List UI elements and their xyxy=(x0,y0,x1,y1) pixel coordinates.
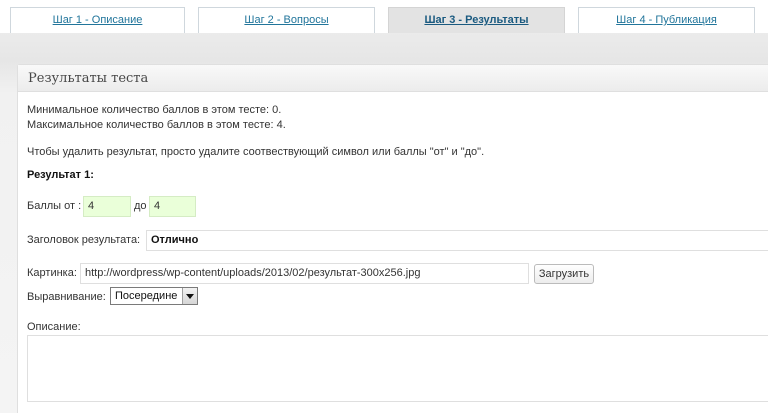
result-title-label: Заголовок результата: xyxy=(27,234,141,246)
description-label: Описание: xyxy=(27,321,81,333)
panel-title: Результаты теста xyxy=(18,65,768,92)
score-to-label: до xyxy=(134,200,147,212)
tab-step-3[interactable]: Шаг 3 - Результаты xyxy=(388,7,565,33)
align-label: Выравнивание: xyxy=(27,291,106,303)
upload-button[interactable]: Загрузить xyxy=(534,264,594,284)
delete-hint: Чтобы удалить результат, просто удалите … xyxy=(27,146,485,158)
max-score-text: Максимальное количество баллов в этом те… xyxy=(27,119,286,131)
score-to-input[interactable]: 4 xyxy=(149,196,196,217)
chevron-down-icon[interactable] xyxy=(182,288,197,304)
description-textarea[interactable] xyxy=(27,335,768,402)
min-score-text: Минимальное количество баллов в этом тес… xyxy=(27,104,282,116)
result-heading: Результат 1: xyxy=(27,169,94,181)
tab-step-1[interactable]: Шаг 1 - Описание xyxy=(10,7,185,33)
image-label: Картинка: xyxy=(27,267,77,279)
image-url-input[interactable]: http://wordpress/wp-content/uploads/2013… xyxy=(80,263,529,284)
step-tabs: Шаг 1 - Описание Шаг 2 - Вопросы Шаг 3 -… xyxy=(0,0,768,33)
score-from-input[interactable]: 4 xyxy=(83,196,131,217)
score-from-label: Баллы от : xyxy=(27,200,82,212)
align-select-value: Посередине xyxy=(115,290,178,302)
result-title-input[interactable]: Отлично xyxy=(146,230,768,251)
tab-step-4[interactable]: Шаг 4 - Публикация xyxy=(578,7,755,33)
align-select[interactable]: Посередине xyxy=(110,287,198,305)
tab-step-2[interactable]: Шаг 2 - Вопросы xyxy=(198,7,375,33)
